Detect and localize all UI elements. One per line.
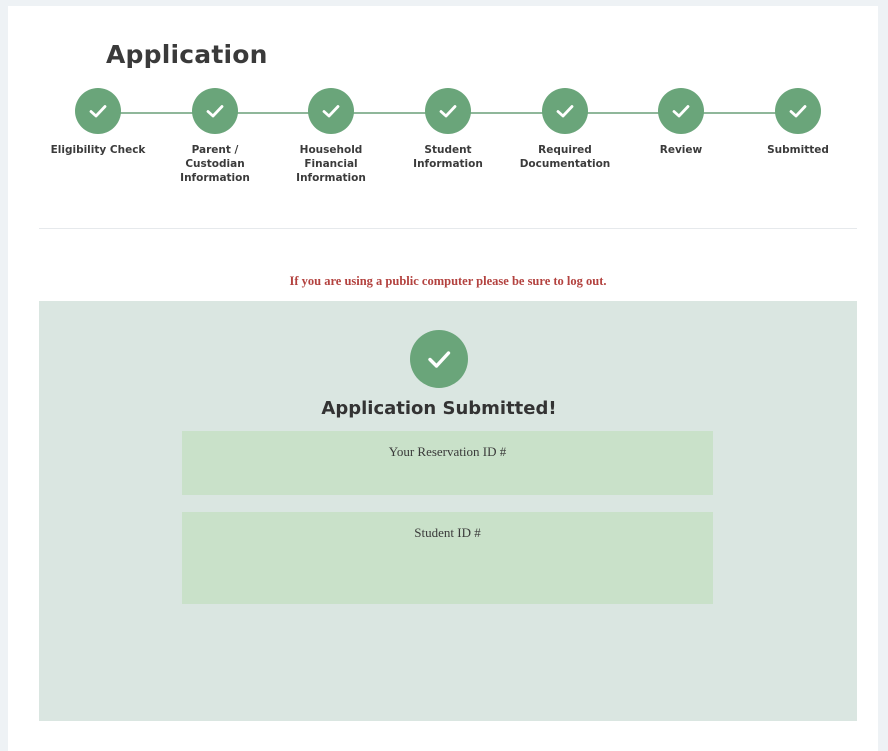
confirmation-heading: Application Submitted! <box>321 398 557 419</box>
step-label: Parent / Custodian Information <box>180 144 250 184</box>
step-eligibility-check: Eligibility Check <box>38 88 158 157</box>
reservation-id-box: Your Reservation ID # <box>182 431 713 495</box>
student-id-box: Student ID # <box>182 512 713 604</box>
check-icon <box>192 88 238 134</box>
page-title: Application <box>106 40 268 69</box>
progress-stepper: Eligibility Check Parent / Custodian Inf… <box>8 88 878 208</box>
check-icon <box>308 88 354 134</box>
step-student-information: Student Information <box>388 88 508 171</box>
check-icon <box>425 88 471 134</box>
step-required-documentation: Required Documentation <box>505 88 625 171</box>
check-icon <box>75 88 121 134</box>
step-label: Submitted <box>767 144 829 156</box>
logout-notice: If you are using a public computer pleas… <box>289 274 607 288</box>
check-icon <box>542 88 588 134</box>
step-submitted: Submitted <box>738 88 858 157</box>
check-icon <box>775 88 821 134</box>
section-divider <box>39 228 857 229</box>
step-label: Student Information <box>413 144 483 170</box>
check-icon <box>658 88 704 134</box>
step-label: Household Financial Information <box>296 144 366 184</box>
step-parent-custodian-information: Parent / Custodian Information <box>155 88 275 185</box>
confirmation-panel: Application Submitted! Your Reservation … <box>39 301 857 721</box>
step-review: Review <box>621 88 741 157</box>
step-label: Review <box>659 144 703 156</box>
application-card: Application Eligibility Check Parent / C… <box>8 6 878 751</box>
step-household-financial-information: Household Financial Information <box>271 88 391 185</box>
reservation-id-label: Your Reservation ID # <box>388 444 507 459</box>
step-label: Required Documentation <box>519 144 611 170</box>
step-label: Eligibility Check <box>50 144 146 156</box>
success-check-icon <box>410 330 468 388</box>
student-id-label: Student ID # <box>414 525 481 540</box>
